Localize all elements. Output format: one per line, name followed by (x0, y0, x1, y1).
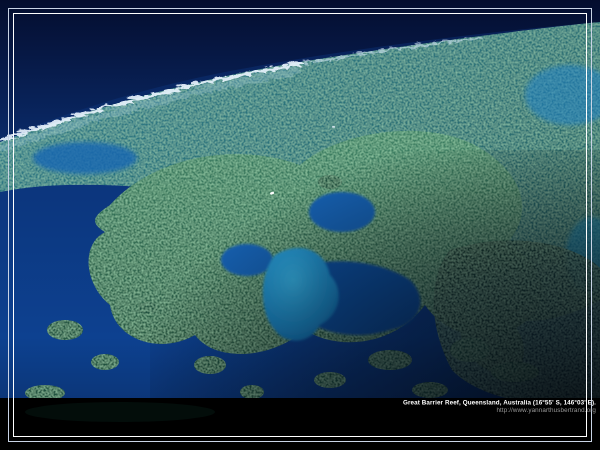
reef-photo-scene: Great Barrier Reef, Queensland, Australi… (0, 0, 600, 450)
lagoon-patch (33, 142, 137, 174)
photo-caption: Great Barrier Reef, Queensland, Australi… (403, 399, 596, 407)
caption-band-shadow-detail (25, 402, 215, 422)
photo-credit-url: http://www.yannarthusbertrand.org (496, 407, 596, 414)
wallpaper: Great Barrier Reef, Queensland, Australi… (0, 0, 600, 450)
